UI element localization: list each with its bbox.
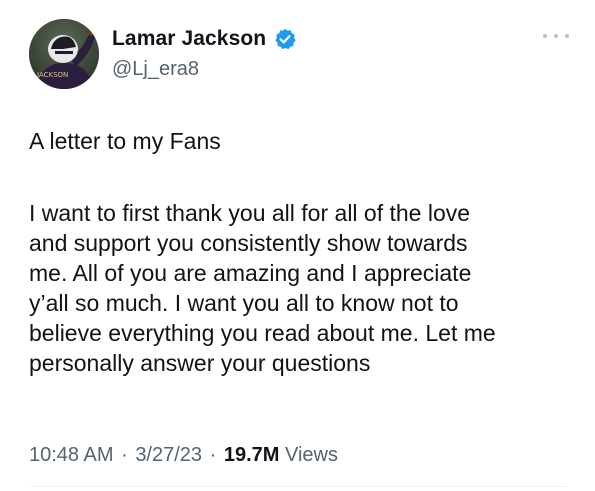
body-line: and support you consistently show toward… — [29, 230, 468, 256]
tweet-card: JACKSON Lamar Jackson @Lj_era8 A letter … — [0, 0, 595, 491]
tweet-time[interactable]: 10:48 AM — [29, 444, 114, 466]
tweet-text: A letter to my Fans I want to first than… — [29, 126, 574, 378]
tweet-meta: 10:48 AM · 3/27/23 · 19.7M Views — [29, 444, 338, 467]
dot — [565, 34, 569, 38]
body-line: believe everything you read about me. Le… — [29, 320, 496, 346]
tweet-title-line: A letter to my Fans — [29, 128, 221, 154]
jersey-text: JACKSON — [36, 71, 68, 79]
divider — [29, 486, 566, 487]
avatar[interactable]: JACKSON — [29, 19, 99, 89]
more-dots-icon[interactable] — [543, 30, 569, 42]
profile-photo-icon: JACKSON — [29, 19, 99, 89]
separator: · — [121, 444, 128, 466]
views-label: Views — [285, 444, 338, 466]
body-line: y’all so much. I want you all to know no… — [29, 290, 459, 316]
body-line: I want to first thank you all for all of… — [29, 200, 471, 226]
views-count[interactable]: 19.7M — [224, 444, 280, 466]
dot — [554, 34, 558, 38]
display-name[interactable]: Lamar Jackson — [112, 27, 266, 51]
user-handle[interactable]: @Lj_era8 — [112, 58, 199, 81]
tweet-date[interactable]: 3/27/23 — [135, 444, 202, 466]
dot — [543, 34, 547, 38]
body-line: personally answer your questions — [29, 350, 371, 376]
verified-badge-icon — [274, 28, 296, 50]
separator: · — [209, 444, 217, 466]
tweet-body: I want to first thank you all for all of… — [29, 198, 574, 378]
body-line: me. All of you are amazing and I appreci… — [29, 260, 472, 286]
name-row: Lamar Jackson — [112, 27, 296, 51]
